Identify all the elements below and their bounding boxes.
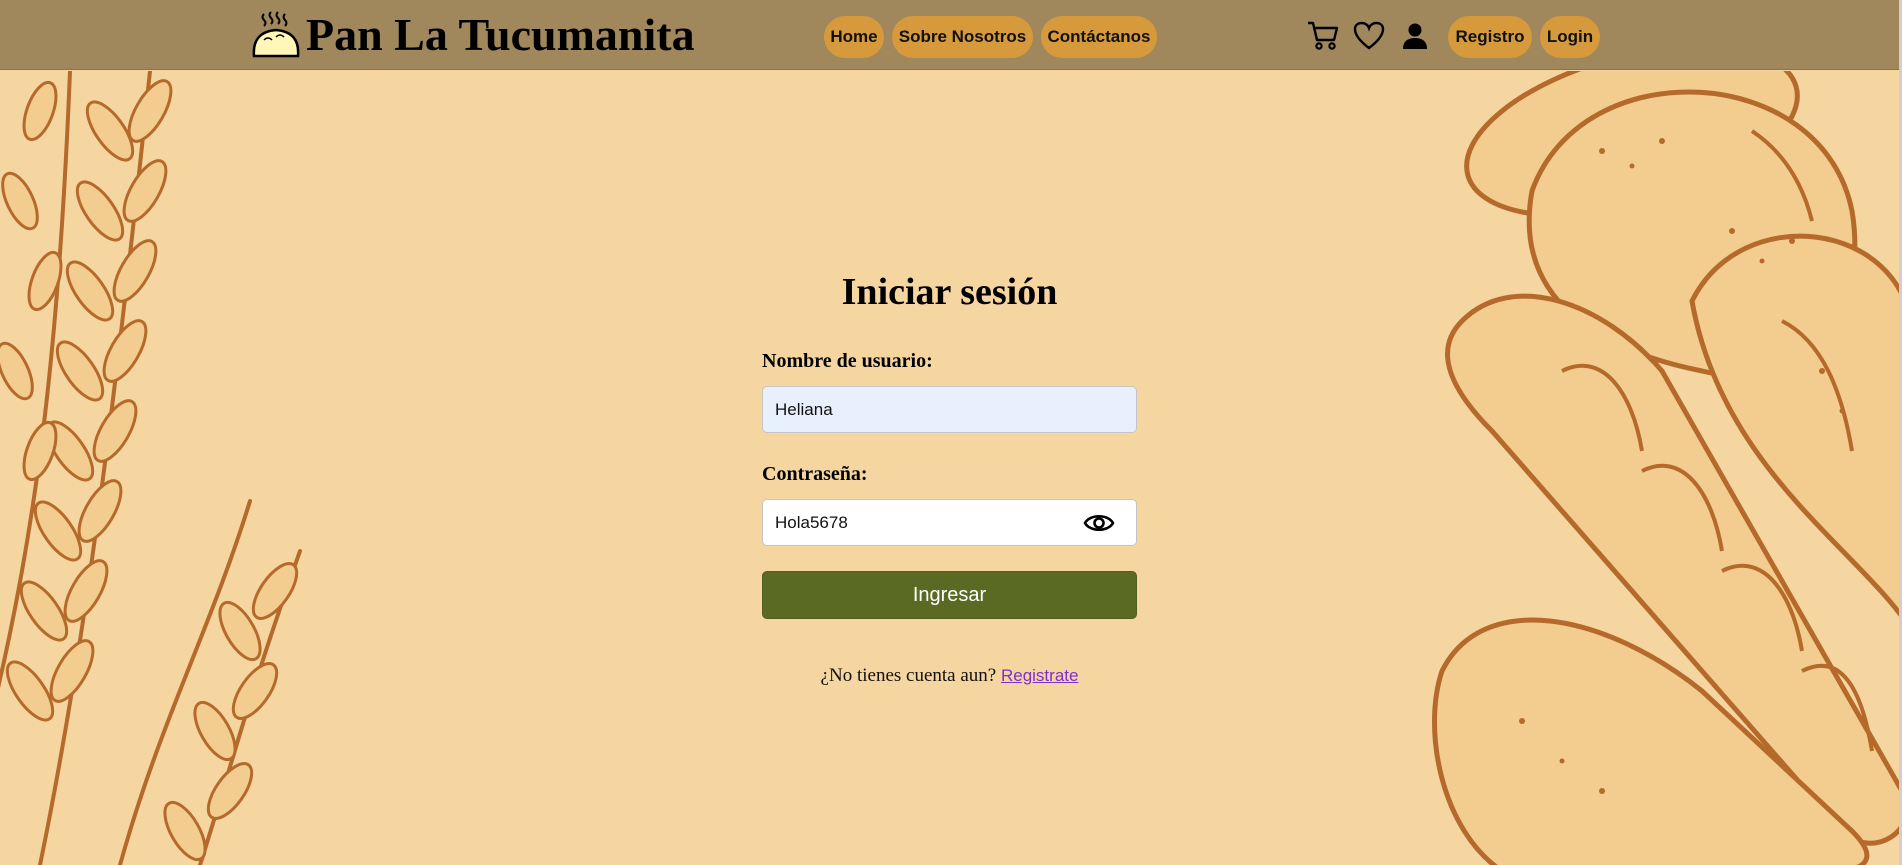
login-title: Iniciar sesión — [841, 271, 1058, 313]
signup-link[interactable]: Registrate — [1001, 666, 1078, 685]
user-icon[interactable] — [1398, 18, 1432, 54]
nav-registro-button[interactable]: Registro — [1448, 16, 1532, 58]
eye-icon[interactable] — [1083, 509, 1115, 537]
password-wrap — [762, 499, 1137, 546]
nav-sobre-nosotros-button[interactable]: Sobre Nosotros — [892, 16, 1033, 58]
username-wrap — [762, 386, 1137, 433]
heart-icon[interactable] — [1352, 18, 1386, 54]
wheat-decoration — [0, 71, 302, 865]
login-form: Iniciar sesión Nombre de usuario: Contra… — [762, 262, 1137, 687]
nav-home-button[interactable]: Home — [824, 16, 884, 58]
brand-title: Pan La Tucumanita — [306, 9, 695, 60]
password-input[interactable] — [762, 499, 1137, 546]
navbar: Pan La Tucumanita Home Sobre Nosotros Co… — [0, 0, 1902, 70]
username-label: Nombre de usuario: — [762, 350, 933, 372]
username-input[interactable] — [762, 386, 1137, 433]
nav-login-button[interactable]: Login — [1540, 16, 1600, 58]
signup-prompt: ¿No tienes cuenta aun? — [820, 665, 997, 686]
nav-auth: Registro Login — [1448, 16, 1600, 58]
cart-icon[interactable] — [1306, 18, 1340, 54]
signup-line: ¿No tienes cuenta aun? Registrate — [762, 665, 1137, 687]
nav-icons — [1306, 18, 1432, 54]
nav-contactanos-button[interactable]: Contáctanos — [1041, 16, 1157, 58]
password-label: Contraseña: — [762, 463, 868, 485]
brand[interactable]: Pan La Tucumanita — [250, 8, 695, 62]
ingresar-button[interactable]: Ingresar — [762, 571, 1137, 619]
bread-bun-icon — [252, 11, 300, 58]
bread-decoration — [1432, 71, 1902, 865]
nav-links: Home Sobre Nosotros Contáctanos — [824, 16, 1157, 58]
